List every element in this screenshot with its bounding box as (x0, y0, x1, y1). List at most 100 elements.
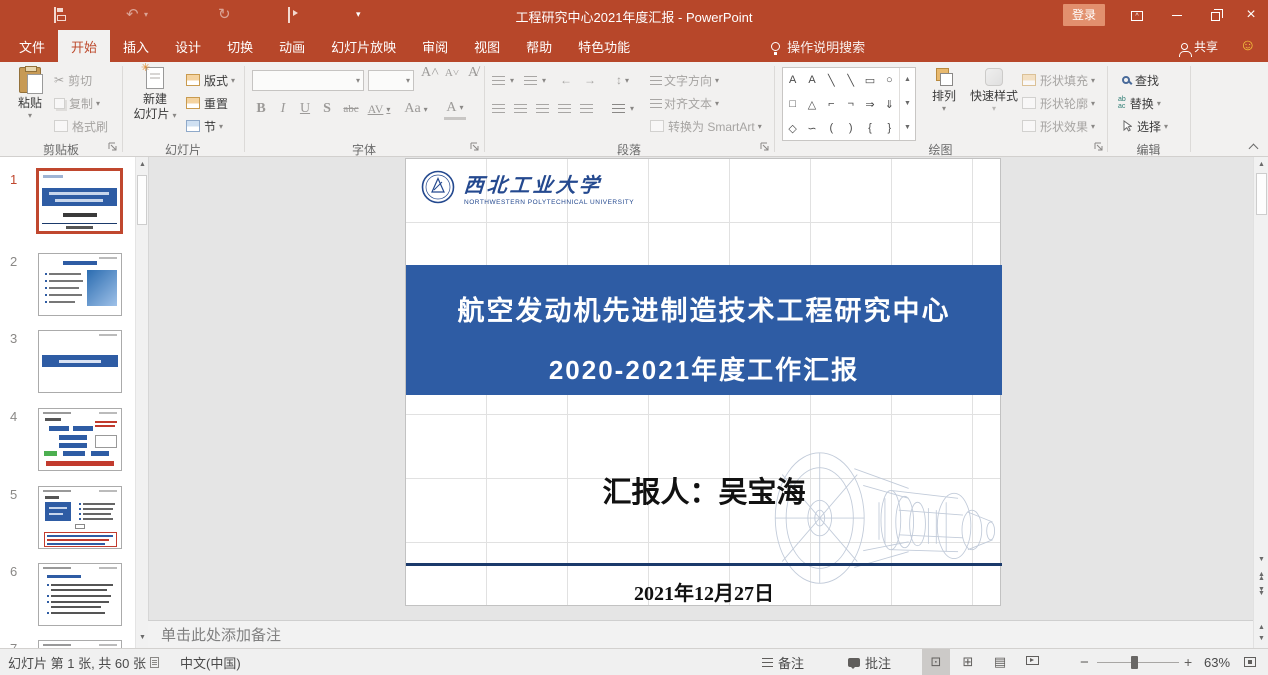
tab-home[interactable]: 开始 (58, 30, 110, 62)
shapes-scroll-up-icon[interactable]: ▲ (900, 68, 915, 92)
tab-file[interactable]: 文件 (6, 30, 58, 62)
language-status[interactable]: 中文(中国) (180, 649, 241, 675)
font-size-combobox[interactable]: ▾ (368, 70, 414, 91)
shape-vertical-textbox-icon[interactable]: A (802, 68, 821, 92)
clear-formatting-icon[interactable]: A̸ (464, 62, 482, 84)
shape-right-brace-icon[interactable]: } (880, 116, 899, 140)
tab-animations[interactable]: 动画 (266, 30, 318, 62)
paste-button[interactable]: 粘贴▾ (8, 67, 52, 120)
shape-textbox-icon[interactable]: A (783, 68, 802, 92)
collapse-ribbon-icon[interactable] (1250, 143, 1258, 151)
italic-button[interactable]: I (274, 98, 292, 120)
justify-icon[interactable] (558, 98, 573, 118)
shape-left-brace-icon[interactable]: { (860, 116, 879, 140)
character-spacing-button[interactable]: AV (366, 98, 392, 120)
numbering-button[interactable] (524, 70, 546, 90)
tab-slideshow[interactable]: 幻灯片放映 (318, 30, 409, 62)
shape-down-arrow-icon[interactable]: ⇓ (880, 92, 899, 116)
scrollbar-thumb[interactable] (137, 175, 147, 225)
strikethrough-button[interactable]: abc (340, 98, 362, 120)
columns-icon[interactable] (580, 98, 595, 118)
slide-sorter-view-button[interactable]: ⊞ (954, 649, 982, 675)
shape-outline-button[interactable]: 形状轮廓 (1022, 93, 1095, 113)
share-button[interactable]: 共享 (1181, 30, 1218, 62)
underline-button[interactable]: U (296, 98, 314, 120)
tab-view[interactable]: 视图 (461, 30, 513, 62)
comments-toggle-button[interactable]: 批注 (848, 649, 891, 675)
shape-elbow-arrow-icon[interactable]: ¬ (841, 92, 860, 116)
shape-elbow-connector-icon[interactable]: ⌐ (822, 92, 841, 116)
shape-line-icon[interactable]: ╲ (822, 68, 841, 92)
shape-scribble-icon[interactable]: ∽ (802, 116, 821, 140)
new-slide-button[interactable]: 新建 幻灯片 (128, 67, 182, 123)
shape-right-arrow-icon[interactable]: ⇒ (860, 92, 879, 116)
find-button[interactable]: 查找 (1122, 70, 1159, 90)
shapes-scroll-down-icon[interactable]: ▼ (900, 92, 915, 116)
shape-oval-icon[interactable]: ○ (880, 68, 899, 92)
tab-help[interactable]: 帮助 (513, 30, 565, 62)
font-dialog-launcher-icon[interactable] (470, 142, 481, 153)
thumbnail-slide-7[interactable] (38, 640, 122, 648)
scroll-up-icon[interactable]: ▲ (1254, 161, 1268, 168)
close-button[interactable]: × (1234, 0, 1268, 30)
tab-insert[interactable]: 插入 (110, 30, 162, 62)
align-text-button[interactable]: 对齐文本 (650, 93, 719, 113)
shapes-more-icon[interactable]: ▼ (900, 116, 915, 140)
normal-view-button[interactable]: ⊡ (922, 649, 950, 675)
shape-arc2-icon[interactable]: ) (841, 116, 860, 140)
replace-button[interactable]: abac替换 (1118, 93, 1161, 113)
thumbnail-slide-3[interactable] (38, 330, 122, 393)
increase-indent-icon[interactable]: → (584, 70, 596, 90)
title-banner[interactable]: 航空发动机先进制造技术工程研究中心 2020-2021年度工作汇报 (406, 265, 1002, 395)
zoom-out-button[interactable]: − (1080, 649, 1089, 675)
text-direction-button[interactable]: 文字方向 (650, 70, 719, 90)
align-left-icon[interactable] (492, 98, 507, 118)
shape-rounded-rectangle-icon[interactable]: □ (783, 92, 802, 116)
reset-button[interactable]: 重置 (186, 93, 228, 113)
notes-scrollbar[interactable]: ▲ ▼ (1253, 620, 1268, 648)
drawing-dialog-launcher-icon[interactable] (1094, 142, 1105, 153)
shape-rectangle-icon[interactable]: ▭ (860, 68, 879, 92)
shape-arrow-line-icon[interactable]: ╲ (841, 68, 860, 92)
fit-to-window-button[interactable] (1244, 649, 1256, 675)
zoom-slider-track[interactable] (1097, 662, 1179, 663)
login-button[interactable]: 登录 (1063, 4, 1105, 26)
scroll-down-icon[interactable]: ▼ (1254, 635, 1268, 642)
reading-view-button[interactable]: ▤ (986, 649, 1014, 675)
slide-editing-canvas[interactable]: 西北工业大学 NORTHWESTERN POLYTECHNICAL UNIVER… (148, 157, 1253, 620)
tell-me-search[interactable]: 操作说明搜索 (771, 30, 865, 62)
layout-button[interactable]: 版式 (186, 70, 235, 90)
shape-effects-button[interactable]: 形状效果 (1022, 116, 1095, 136)
clipboard-dialog-launcher-icon[interactable] (108, 142, 119, 153)
notes-pane[interactable]: 单击此处添加备注 (148, 620, 1253, 648)
slide-1-canvas[interactable]: 西北工业大学 NORTHWESTERN POLYTECHNICAL UNIVER… (405, 158, 1001, 606)
tab-review[interactable]: 审阅 (409, 30, 461, 62)
scroll-up-icon[interactable]: ▲ (1254, 624, 1268, 631)
convert-smartart-button[interactable]: 转换为 SmartArt (650, 116, 762, 136)
decrease-font-size-icon[interactable]: A˅ (442, 62, 462, 84)
date-textbox[interactable]: 2021年12月27日 (406, 577, 1002, 606)
increase-font-size-icon[interactable]: A˄ (420, 62, 440, 84)
zoom-in-button[interactable]: + (1184, 649, 1192, 675)
select-button[interactable]: 选择 (1122, 116, 1168, 136)
paragraph-dialog-launcher-icon[interactable] (760, 142, 771, 153)
restore-button[interactable] (1198, 0, 1232, 30)
format-painter-button[interactable]: 格式刷 (54, 116, 108, 136)
scroll-down-icon[interactable]: ▼ (1254, 556, 1268, 563)
line-spacing-icon[interactable]: ↕ (616, 70, 629, 90)
zoom-slider-thumb[interactable] (1131, 656, 1138, 669)
quick-styles-button[interactable]: 快速样式▾ (966, 68, 1022, 113)
tab-transitions[interactable]: 切换 (214, 30, 266, 62)
thumbnail-scrollbar[interactable]: ▲ ▼ (135, 157, 148, 648)
thumbnail-slide-4[interactable] (38, 408, 122, 471)
thumbnail-slide-6[interactable] (38, 563, 122, 626)
scrollbar-thumb[interactable] (1256, 173, 1267, 215)
change-case-button[interactable]: Aa (404, 98, 428, 120)
align-right-icon[interactable] (536, 98, 551, 118)
copy-button[interactable]: 复制 (54, 93, 100, 113)
thumbnail-slide-5[interactable] (38, 486, 122, 549)
shadow-button[interactable]: S (318, 98, 336, 120)
shape-fill-button[interactable]: 形状填充 (1022, 70, 1095, 90)
ribbon-display-options-icon[interactable]: ^ (1120, 0, 1154, 30)
shape-freeform-icon[interactable]: ◇ (783, 116, 802, 140)
